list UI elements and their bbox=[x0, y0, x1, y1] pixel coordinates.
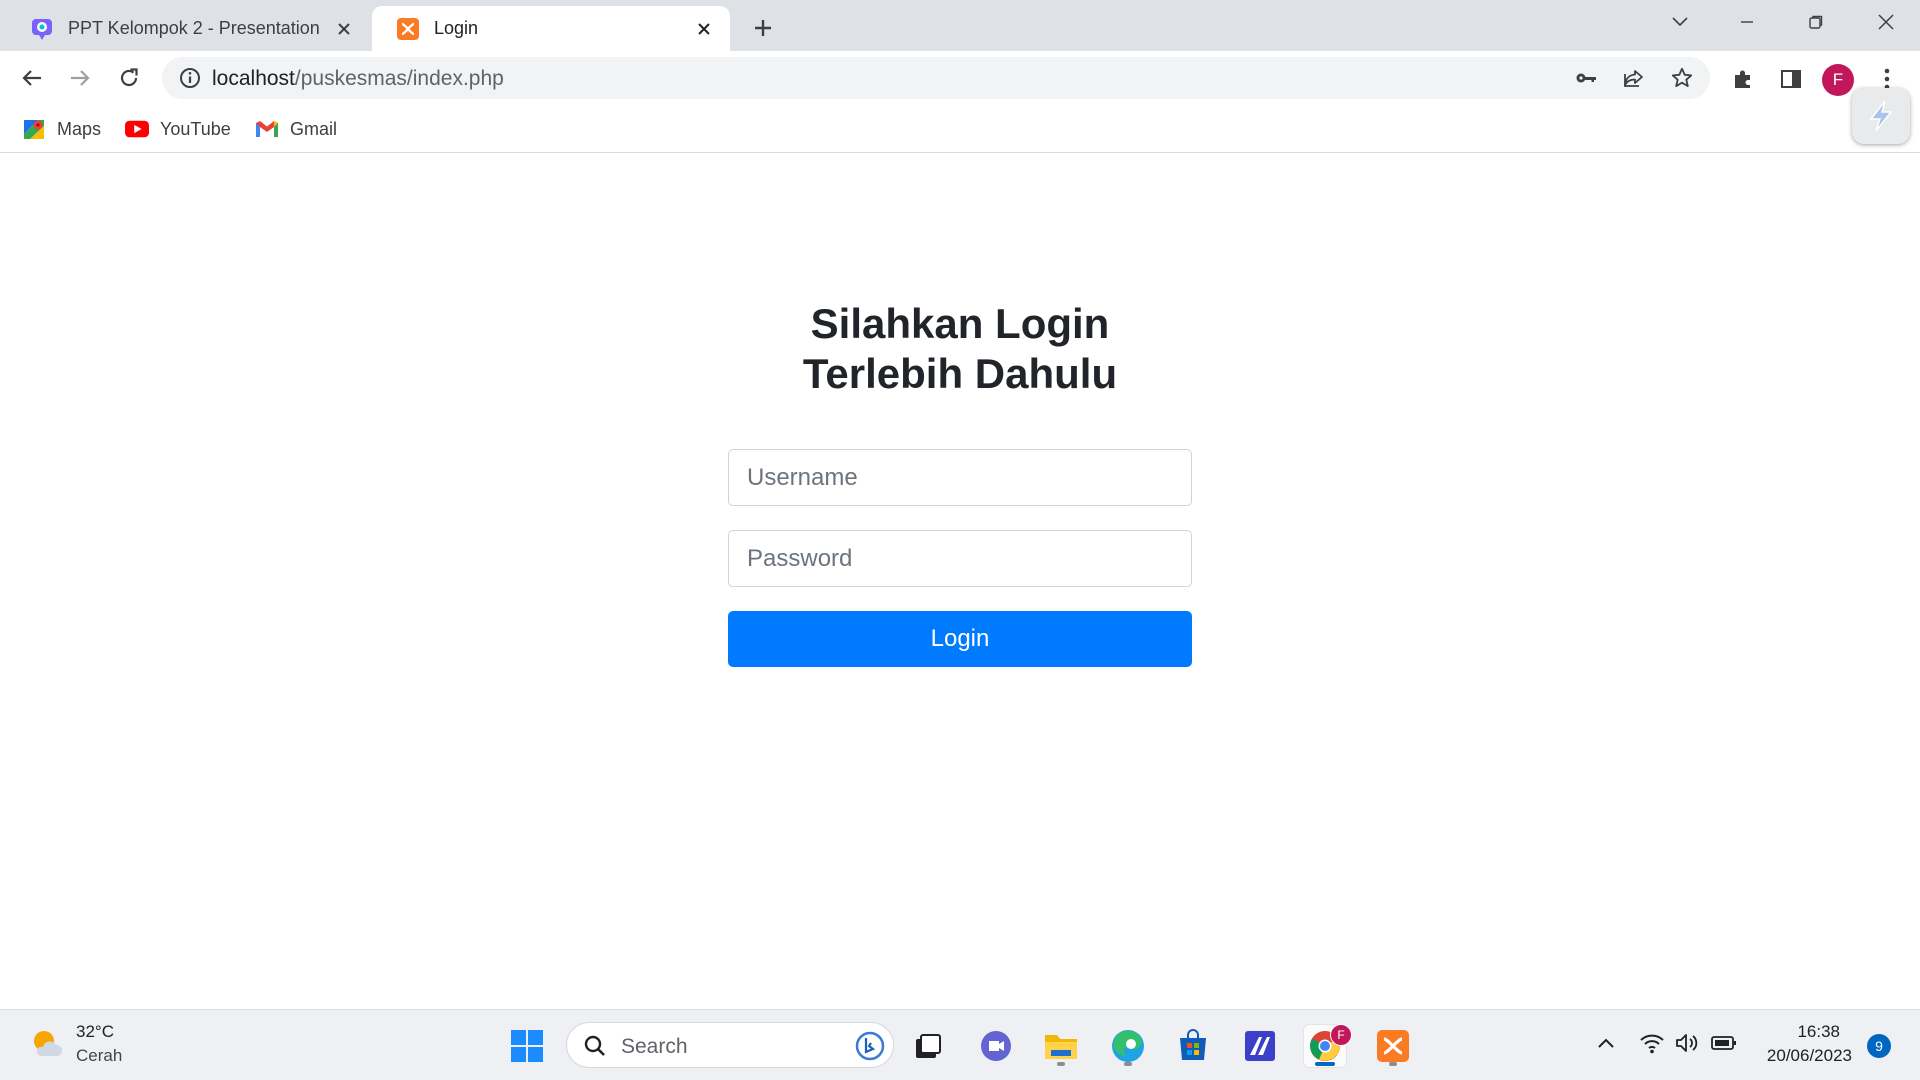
kebab-menu-icon bbox=[1884, 68, 1890, 90]
side-panel-button[interactable] bbox=[1778, 66, 1804, 92]
minimize-icon bbox=[1741, 21, 1753, 23]
wifi-icon bbox=[1640, 1034, 1664, 1054]
forward-button[interactable] bbox=[62, 60, 98, 96]
username-input[interactable] bbox=[728, 449, 1192, 506]
windows-taskbar: 32°C Cerah Search F 16:38 20/06/2023 9 bbox=[0, 1009, 1920, 1080]
teams-chat-icon bbox=[981, 1031, 1011, 1061]
reload-button[interactable] bbox=[111, 60, 147, 96]
microsoft-store-icon bbox=[1180, 1029, 1206, 1060]
url-host: localhost bbox=[212, 67, 295, 90]
clock-time[interactable]: 16:38 bbox=[1797, 1022, 1840, 1042]
share-icon[interactable] bbox=[1622, 66, 1646, 90]
site-info-icon[interactable] bbox=[178, 66, 202, 90]
new-tab-button[interactable] bbox=[748, 13, 778, 43]
bookmark-label: YouTube bbox=[160, 118, 231, 139]
xampp-icon bbox=[1377, 1030, 1409, 1062]
chevron-down-icon bbox=[1672, 17, 1688, 27]
arrow-right-icon bbox=[71, 70, 90, 86]
key-icon[interactable] bbox=[1574, 66, 1598, 90]
bookmark-youtube[interactable]: YouTube bbox=[125, 115, 231, 143]
close-tab-icon[interactable] bbox=[692, 17, 716, 41]
taskbar-search[interactable]: Search bbox=[566, 1022, 894, 1068]
side-panel-icon bbox=[1781, 70, 1801, 88]
bing-chat-icon[interactable] bbox=[855, 1031, 885, 1061]
search-placeholder: Search bbox=[621, 1035, 688, 1058]
tab-presentation[interactable]: PPT Kelompok 2 - Presentation bbox=[6, 6, 370, 51]
minimize-button[interactable] bbox=[1727, 8, 1767, 36]
folder-icon bbox=[1045, 1035, 1077, 1059]
speaker-icon bbox=[1676, 1034, 1698, 1052]
notification-count-badge[interactable]: 9 bbox=[1867, 1034, 1891, 1058]
back-button[interactable] bbox=[14, 60, 50, 96]
taskbar-visual-studio-code[interactable] bbox=[1238, 1024, 1282, 1068]
weather-temperature[interactable]: 32°C bbox=[76, 1022, 114, 1042]
close-tab-icon[interactable] bbox=[332, 17, 356, 41]
bookmark-label: Maps bbox=[57, 118, 102, 139]
task-view-icon bbox=[916, 1034, 941, 1058]
bookmarks-bar: Maps YouTube Gmail bbox=[0, 105, 1920, 153]
network-button[interactable] bbox=[1637, 1028, 1667, 1058]
xampp-icon bbox=[397, 17, 419, 40]
battery-icon bbox=[1711, 1036, 1736, 1050]
close-window-button[interactable] bbox=[1866, 8, 1906, 36]
running-indicator bbox=[1389, 1062, 1397, 1066]
battery-button[interactable] bbox=[1709, 1028, 1739, 1058]
show-hidden-icons-button[interactable] bbox=[1591, 1028, 1621, 1058]
extensions-button[interactable] bbox=[1730, 66, 1756, 92]
chevron-up-icon bbox=[1598, 1038, 1614, 1048]
bookmark-label: Gmail bbox=[290, 118, 338, 139]
tab-title: Login bbox=[434, 18, 479, 38]
url-text[interactable]: localhost/puskesmas/index.php bbox=[212, 67, 504, 91]
tab-title: PPT Kelompok 2 - Presentation bbox=[68, 18, 320, 38]
running-indicator bbox=[1315, 1062, 1335, 1066]
edge-browser-icon bbox=[1112, 1030, 1144, 1062]
weather-partly-sunny-icon[interactable] bbox=[29, 1026, 63, 1060]
bookmark-maps[interactable]: Maps bbox=[22, 115, 101, 143]
gmail-icon bbox=[255, 117, 279, 141]
address-bar[interactable]: localhost/puskesmas/index.php bbox=[162, 57, 1710, 99]
tab-search-button[interactable] bbox=[1660, 8, 1700, 36]
profile-avatar[interactable]: F bbox=[1822, 64, 1854, 96]
login-form: Silahkan Login Terlebih Dahulu Login bbox=[728, 299, 1192, 667]
vs-app-icon bbox=[1245, 1031, 1275, 1061]
running-indicator bbox=[1124, 1062, 1132, 1066]
bookmark-gmail[interactable]: Gmail bbox=[255, 115, 337, 143]
taskbar-store[interactable] bbox=[1171, 1024, 1215, 1068]
page-content: Silahkan Login Terlebih Dahulu Login bbox=[0, 153, 1920, 1009]
lightning-icon bbox=[1869, 100, 1893, 132]
browser-tab-strip: PPT Kelompok 2 - Presentation Login bbox=[0, 0, 1920, 51]
chrome-profile-badge: F bbox=[1330, 1024, 1352, 1046]
login-button[interactable]: Login bbox=[728, 611, 1192, 667]
arrow-left-icon bbox=[22, 70, 41, 86]
taskbar-task-view[interactable] bbox=[906, 1024, 950, 1068]
taskbar-chrome[interactable]: F bbox=[1303, 1024, 1352, 1068]
bookmark-star-icon[interactable] bbox=[1670, 66, 1694, 90]
clock-date[interactable]: 20/06/2023 bbox=[1767, 1046, 1852, 1066]
browser-toolbar: localhost/puskesmas/index.php F bbox=[0, 51, 1920, 105]
windows-start-icon bbox=[511, 1030, 543, 1062]
password-input[interactable] bbox=[728, 530, 1192, 587]
search-icon bbox=[584, 1035, 605, 1056]
puzzle-icon bbox=[1735, 70, 1750, 88]
maps-icon bbox=[22, 117, 46, 141]
taskbar-file-explorer[interactable] bbox=[1039, 1024, 1083, 1068]
url-path: /puskesmas/index.php bbox=[294, 67, 504, 90]
reload-icon bbox=[120, 68, 138, 87]
close-icon bbox=[1878, 14, 1894, 30]
floating-extension-button[interactable] bbox=[1852, 88, 1910, 144]
volume-button[interactable] bbox=[1673, 1028, 1703, 1058]
start-button[interactable] bbox=[505, 1024, 549, 1068]
weather-condition[interactable]: Cerah bbox=[76, 1046, 122, 1066]
taskbar-xampp[interactable] bbox=[1371, 1024, 1415, 1068]
youtube-icon bbox=[125, 117, 149, 141]
restore-icon bbox=[1809, 15, 1823, 29]
restore-button[interactable] bbox=[1796, 8, 1836, 36]
tab-login[interactable]: Login bbox=[372, 6, 730, 51]
taskbar-edge[interactable] bbox=[1106, 1024, 1150, 1068]
login-heading: Silahkan Login Terlebih Dahulu bbox=[802, 300, 1118, 397]
taskbar-teams[interactable] bbox=[974, 1024, 1018, 1068]
plus-icon bbox=[755, 20, 771, 36]
canva-presentation-icon bbox=[32, 18, 52, 40]
running-indicator bbox=[1057, 1062, 1065, 1066]
